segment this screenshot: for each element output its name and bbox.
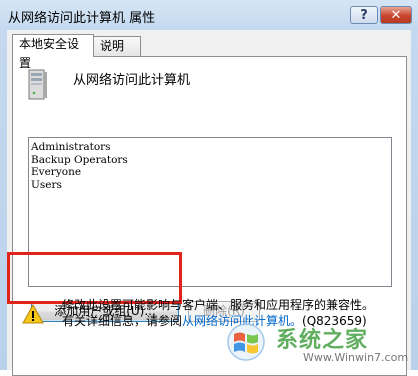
list-item[interactable]: Administrators <box>31 141 389 154</box>
list-item[interactable]: Everyone <box>31 166 389 179</box>
tab-explain[interactable]: 说明 <box>93 36 141 56</box>
help-button[interactable]: ? <box>350 6 378 24</box>
server-icon <box>28 69 47 100</box>
warning-text-line1: 修改此设置可能影响与客户端、服务和应用程序的兼容性。 <box>62 298 375 312</box>
watermark-url: Www.Winwin7.com <box>303 351 409 364</box>
list-item[interactable]: Backup Operators <box>31 154 389 167</box>
list-item[interactable]: Users <box>31 179 389 192</box>
title-bar[interactable]: 从网络访问此计算机 属性 ? ✕ <box>0 0 418 30</box>
warning-text-prefix: 有关详细信息，请参阅 <box>62 314 183 328</box>
policy-title: 从网络访问此计算机 <box>73 73 191 88</box>
close-button[interactable]: ✕ <box>380 6 412 24</box>
tab-local-security-setting[interactable]: 本地安全设置 <box>12 34 94 70</box>
watermark-text: 系统之家 <box>276 328 369 353</box>
windows-logo-icon <box>227 323 265 361</box>
warning-icon <box>22 304 44 324</box>
window-title: 从网络访问此计算机 属性 <box>8 11 156 26</box>
